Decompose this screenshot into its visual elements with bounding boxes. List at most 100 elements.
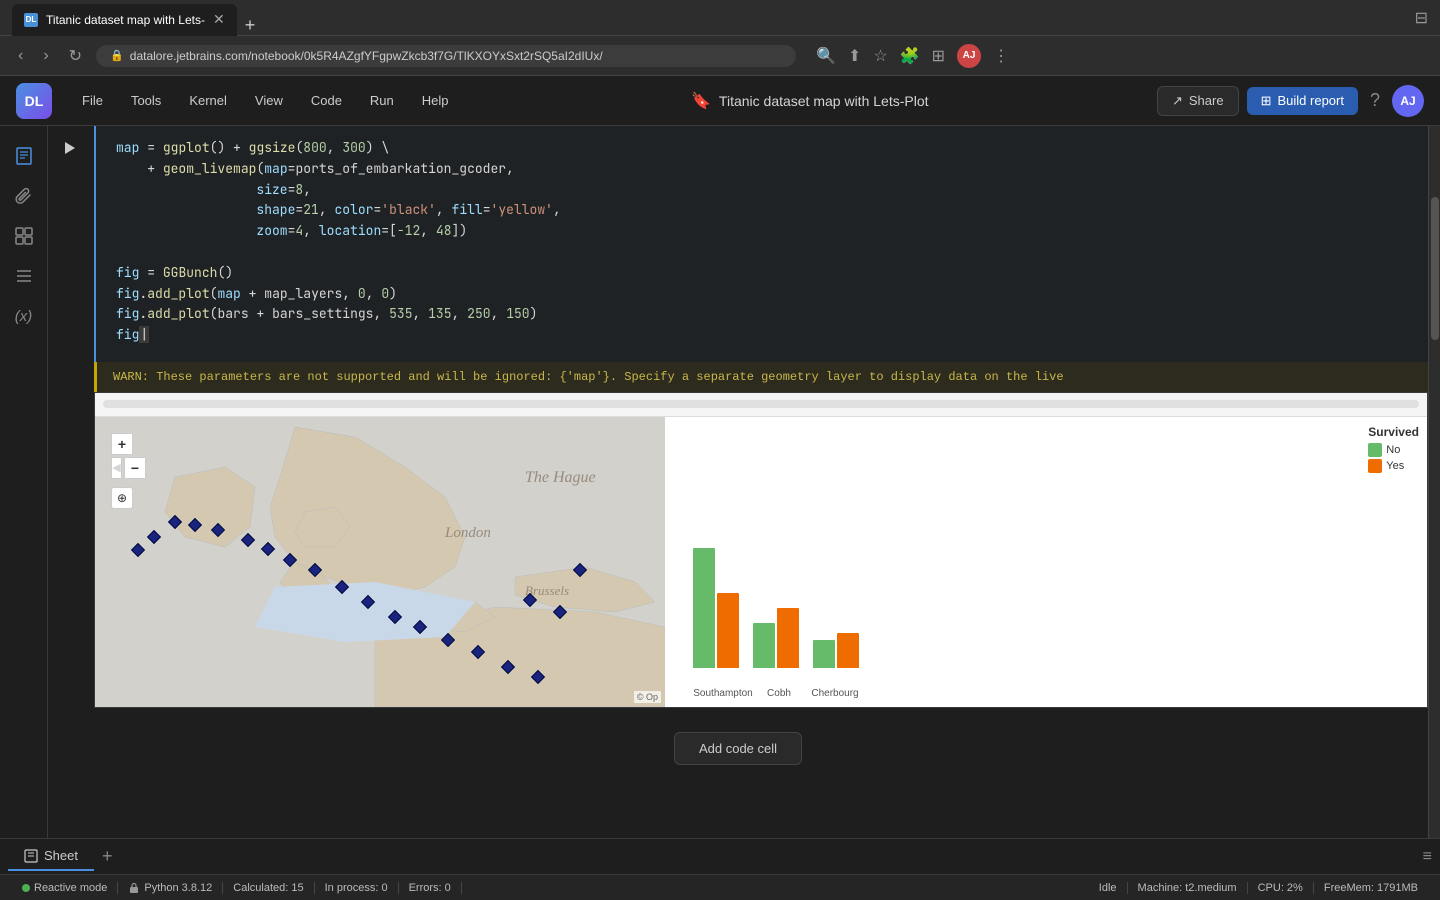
label-cobh: Cobh xyxy=(755,688,803,699)
map-dots xyxy=(95,417,665,707)
sidebar-notebook-icon[interactable] xyxy=(6,138,42,174)
main-layout: (x) map = ggplot() + ggsize(800, 300) \ … xyxy=(0,126,1440,838)
user-avatar-button[interactable]: AJ xyxy=(1392,85,1424,117)
bar-cobh-yes xyxy=(777,608,799,668)
share-button[interactable]: ↗ Share xyxy=(1157,86,1239,116)
map-dot xyxy=(531,670,545,684)
map-dot xyxy=(147,530,161,544)
help-button[interactable]: ? xyxy=(1366,86,1384,115)
menu-dots-icon[interactable]: ⋮ xyxy=(993,46,1009,66)
menu-help[interactable]: Help xyxy=(408,85,463,116)
sidebar-plugins-icon[interactable] xyxy=(6,218,42,254)
sidebar-outline-icon[interactable] xyxy=(6,258,42,294)
idle-label: Idle xyxy=(1099,882,1117,894)
extension-icon[interactable]: 🧩 xyxy=(900,46,920,66)
status-python: Python 3.8.12 xyxy=(118,882,223,894)
forward-button[interactable]: › xyxy=(37,45,54,67)
sheet-tab-label: Sheet xyxy=(44,848,78,863)
bar-group-southampton xyxy=(693,548,739,668)
map-dot xyxy=(441,633,455,647)
code-block[interactable]: map = ggplot() + ggsize(800, 300) \ + ge… xyxy=(96,134,1428,354)
status-indicator-dot xyxy=(22,884,30,892)
legend-yes: Yes xyxy=(1368,459,1419,473)
user-profile-icon[interactable]: AJ xyxy=(957,44,981,68)
label-southampton: Southampton xyxy=(693,688,753,699)
menu-code[interactable]: Code xyxy=(297,85,356,116)
back-button[interactable]: ‹ xyxy=(12,45,29,67)
chart-area: Survived No Yes xyxy=(665,417,1427,707)
chart-legend: Survived No Yes xyxy=(1368,425,1419,475)
status-bar: Reactive mode Python 3.8.12 Calculated: … xyxy=(0,874,1440,900)
zoom-out-button[interactable]: − xyxy=(124,457,146,479)
python-version-label: Python 3.8.12 xyxy=(144,882,212,894)
bottom-right-menu[interactable]: ≡ xyxy=(1423,848,1432,866)
title-bookmark-icon: 🔖 xyxy=(691,91,711,111)
output-cell: The Hague London Brussels + ◀ − ⊕ xyxy=(48,392,1428,708)
sheet-tab[interactable]: Sheet xyxy=(8,842,94,871)
lock-icon xyxy=(128,882,140,894)
zoom-in-button[interactable]: + xyxy=(111,433,133,455)
map-dot xyxy=(168,515,182,529)
map-dot xyxy=(388,610,402,624)
status-cpu: CPU: 2% xyxy=(1248,882,1314,894)
plot-progress-bar xyxy=(103,400,1419,408)
menu-file[interactable]: File xyxy=(68,85,117,116)
search-icon[interactable]: 🔍 xyxy=(816,46,836,66)
left-sidebar: (x) xyxy=(0,126,48,838)
url-text: datalore.jetbrains.com/notebook/0k5R4AZg… xyxy=(130,49,603,63)
bar-southampton-yes xyxy=(717,593,739,668)
map-attribution: © Op xyxy=(634,691,661,703)
notebook-content[interactable]: map = ggplot() + ggsize(800, 300) \ + ge… xyxy=(48,126,1428,838)
map-dot xyxy=(283,553,297,567)
legend-no-color xyxy=(1368,443,1382,457)
tab-title: Titanic dataset map with Lets- xyxy=(46,13,205,27)
bookmark-icon[interactable]: ☆ xyxy=(873,46,887,66)
bar-group-cherbourg xyxy=(813,633,859,668)
sidebar-attachments-icon[interactable] xyxy=(6,178,42,214)
map-visualization[interactable]: The Hague London Brussels + ◀ − ⊕ xyxy=(95,417,665,707)
run-cell-button[interactable] xyxy=(58,136,82,160)
code-cell-inner: map = ggplot() + ggsize(800, 300) \ + ge… xyxy=(94,126,1428,362)
menu-view[interactable]: View xyxy=(241,85,297,116)
reactive-mode-label: Reactive mode xyxy=(34,882,107,894)
variable-icon: (x) xyxy=(15,308,33,325)
build-report-button[interactable]: ⊞ Build report xyxy=(1247,87,1358,115)
map-dot xyxy=(261,542,275,556)
menu-tools[interactable]: Tools xyxy=(117,85,175,116)
address-bar[interactable]: 🔒 datalore.jetbrains.com/notebook/0k5R4A… xyxy=(96,45,796,67)
status-errors: Errors: 0 xyxy=(399,882,462,894)
tab-close-button[interactable]: ✕ xyxy=(213,11,225,28)
map-arrow-left[interactable]: ◀ xyxy=(111,457,122,479)
layout-icon[interactable]: ⊞ xyxy=(932,46,945,66)
plot-toolbar xyxy=(95,393,1427,417)
menu-kernel[interactable]: Kernel xyxy=(175,85,241,116)
map-controls: + ◀ − ⊕ xyxy=(111,433,146,509)
toolbar-right: ↗ Share ⊞ Build report ? AJ xyxy=(1157,85,1424,117)
right-scrollbar[interactable] xyxy=(1428,126,1440,838)
new-tab-button[interactable]: + xyxy=(237,15,264,36)
warning-text: WARN: These parameters are not supported… xyxy=(113,370,1064,384)
label-cherbourg: Cherbourg xyxy=(805,688,865,699)
bar-cherbourg-yes xyxy=(837,633,859,668)
map-dot xyxy=(188,518,202,532)
url-row: ‹ › ↻ 🔒 datalore.jetbrains.com/notebook/… xyxy=(0,36,1440,76)
app-toolbar: DL File Tools Kernel View Code Run Help … xyxy=(0,76,1440,126)
bar-group-cobh xyxy=(753,608,799,668)
legend-title: Survived xyxy=(1368,425,1419,439)
tab-favicon: DL xyxy=(24,13,38,27)
bottom-tabs-bar: Sheet + ≡ xyxy=(0,838,1440,874)
menu-run[interactable]: Run xyxy=(356,85,408,116)
map-dot xyxy=(471,645,485,659)
active-tab[interactable]: DL Titanic dataset map with Lets- ✕ xyxy=(12,4,237,36)
sidebar-variables-icon[interactable]: (x) xyxy=(6,298,42,334)
add-code-cell-button[interactable]: Add code cell xyxy=(674,732,802,765)
add-sheet-button[interactable]: + xyxy=(94,842,121,871)
status-idle: Idle xyxy=(1089,882,1128,894)
locate-button[interactable]: ⊕ xyxy=(111,487,133,509)
reload-button[interactable]: ↻ xyxy=(63,44,88,68)
scroll-thumb xyxy=(1431,197,1439,339)
free-mem-label: FreeMem: 1791MB xyxy=(1324,882,1418,894)
status-reactive-mode[interactable]: Reactive mode xyxy=(12,882,118,894)
share-icon[interactable]: ⬆ xyxy=(848,46,861,66)
browser-right-icons: 🔍 ⬆ ☆ 🧩 ⊞ AJ ⋮ xyxy=(816,44,1009,68)
